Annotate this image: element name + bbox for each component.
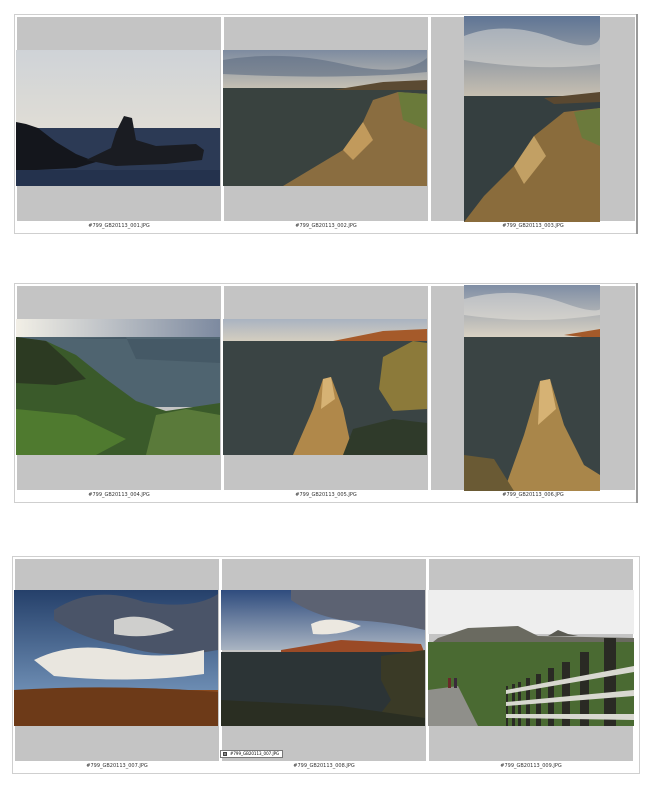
photo-008[interactable]	[221, 590, 425, 726]
filename-caption: #799_GB20113_001.JPG	[88, 223, 150, 229]
photo-002[interactable]	[223, 50, 427, 186]
filename-caption: #799_GB20113_006.JPG	[502, 492, 564, 498]
filename-caption: #799_GB20113_009.JPG	[500, 763, 562, 769]
photo-009[interactable]	[428, 590, 634, 726]
filename-caption: #799_GB20113_007.JPG	[86, 763, 148, 769]
filename-caption: #799_GB20113_008.JPG	[293, 763, 355, 769]
photo-005[interactable]	[223, 319, 427, 455]
filename-tooltip: #799_GB20113_007.JPG	[220, 750, 284, 758]
filename-caption: #799_GB20113_005.JPG	[295, 492, 357, 498]
photo-001[interactable]	[16, 50, 220, 186]
contact-sheet-2: #799_GB20113_004.JPG #799_GB20113_005.JP…	[14, 283, 638, 503]
photo-003[interactable]	[464, 16, 600, 222]
sheet-shadow	[636, 283, 638, 503]
filename-caption: #799_GB20113_004.JPG	[88, 492, 150, 498]
filename-caption: #799_GB20113_002.JPG	[295, 223, 357, 229]
photo-007[interactable]	[14, 590, 218, 726]
image-file-icon	[223, 752, 227, 756]
tooltip-label: #799_GB20113_007.JPG	[230, 751, 280, 756]
photo-006[interactable]	[464, 285, 600, 491]
sheet-shadow	[636, 14, 638, 234]
filename-caption: #799_GB20113_003.JPG	[502, 223, 564, 229]
photo-004[interactable]	[16, 319, 220, 455]
contact-sheet-3: #799_GB20113_007.JPG #799_GB20113_008.JP…	[12, 556, 640, 774]
contact-sheet-1: #799_GB20113_001.JPG #799_GB20113_002.JP…	[14, 14, 638, 234]
